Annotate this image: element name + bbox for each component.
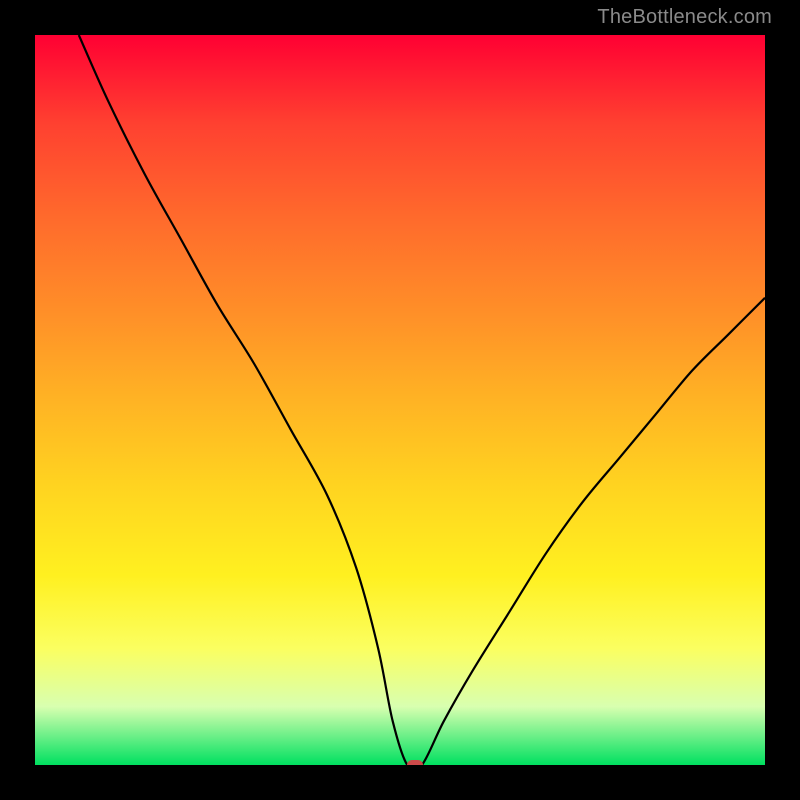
watermark-text: TheBottleneck.com [597, 6, 772, 29]
bottleneck-curve [79, 35, 765, 765]
chart-stage: TheBottleneck.com [0, 0, 800, 800]
plot-area [35, 35, 765, 765]
bottleneck-point-marker [407, 760, 423, 765]
curve-layer [35, 35, 765, 765]
